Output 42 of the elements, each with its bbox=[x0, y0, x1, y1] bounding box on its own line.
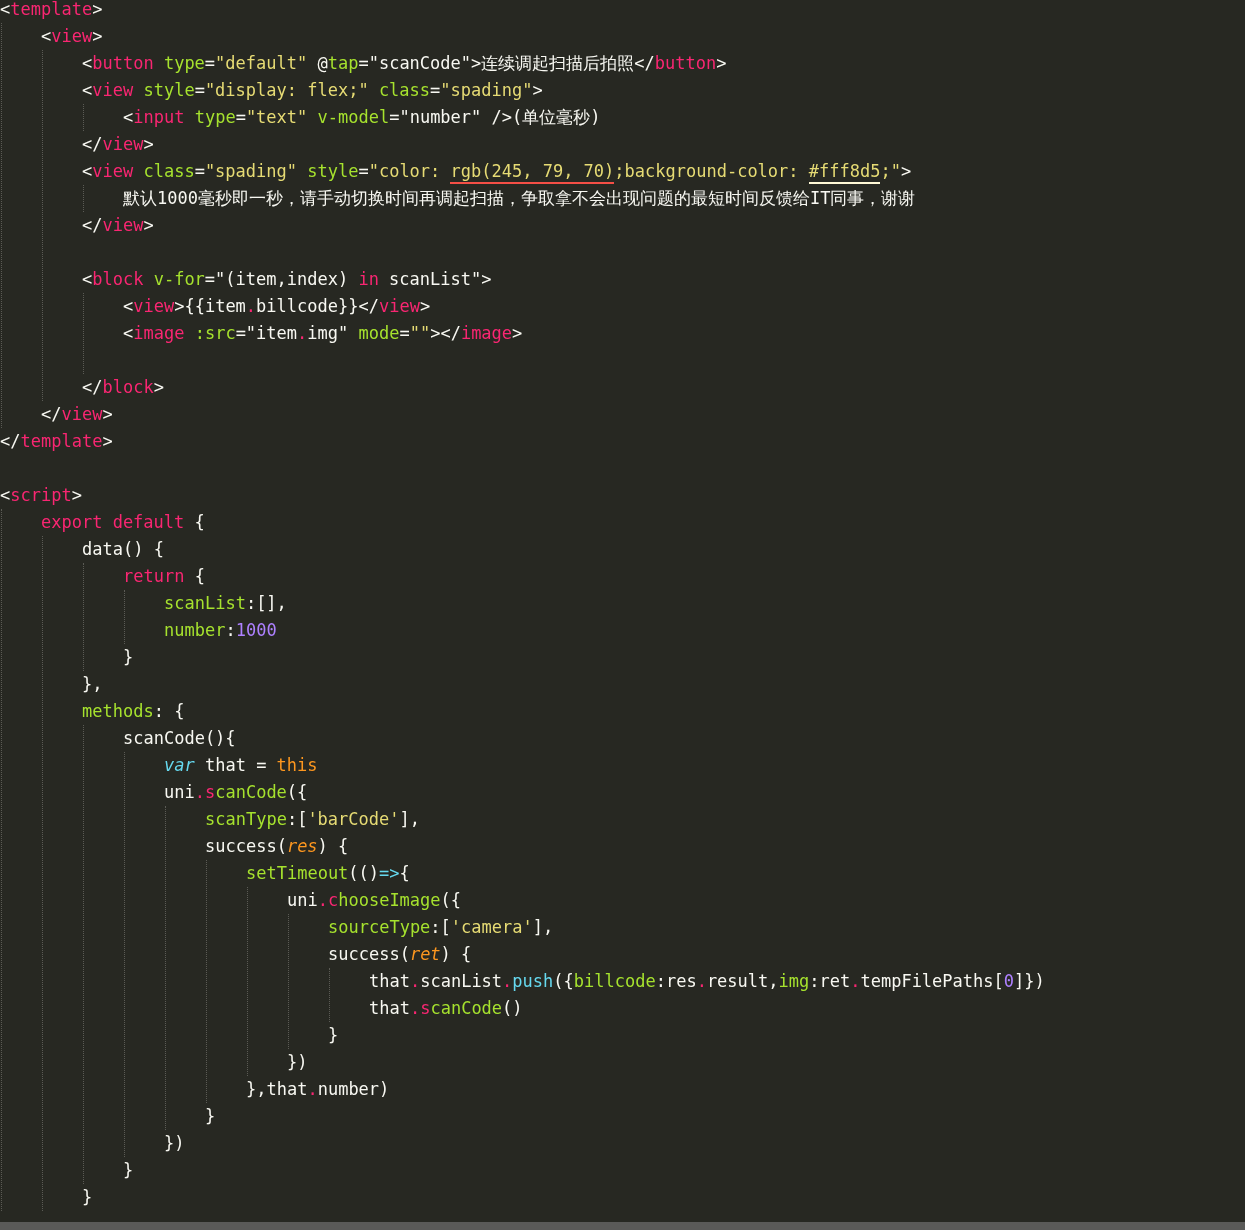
code-line: </block> bbox=[82, 376, 164, 399]
code-line: <template> bbox=[0, 0, 103, 21]
code-line: sourceType:['camera'], bbox=[328, 916, 554, 939]
code-line: uni.chooseImage({ bbox=[287, 889, 462, 912]
code-line: }) bbox=[164, 1132, 185, 1155]
code-line: scanType:['barCode'], bbox=[205, 808, 420, 831]
code-line: success(res) { bbox=[205, 835, 349, 858]
code-line: <image :src="item.img" mode=""></image> bbox=[123, 322, 523, 345]
code-line: <input type="text" v-model="number" />(单位毫秒) bbox=[123, 106, 601, 129]
code-line: methods: { bbox=[82, 700, 185, 723]
code-line: scanList:[], bbox=[164, 592, 287, 615]
code-line: }, bbox=[82, 673, 103, 696]
code-line: <view style="display: flex;" class="spading"> bbox=[82, 79, 543, 102]
code-line: } bbox=[205, 1105, 216, 1128]
code-line: uni.scanCode({ bbox=[164, 781, 308, 804]
code-line: return { bbox=[123, 565, 205, 588]
code-line: <button type="default" @tap="scanCode">连续调起扫描后拍照</button> bbox=[82, 52, 727, 75]
code-line: data() { bbox=[82, 538, 164, 561]
code-line: that.scanList.push({billcode:res.result,img:ret.tempFilePaths[0]}) bbox=[369, 970, 1045, 993]
code-line: <view class="spading" style="color: rgb(245, 79, 70);background-color: #fff8d5;"> bbox=[82, 160, 912, 183]
code-line: scanCode(){ bbox=[123, 727, 236, 750]
code-line: success(ret) { bbox=[328, 943, 472, 966]
code-line: that.scanCode() bbox=[369, 997, 523, 1020]
code-line: </view> bbox=[82, 133, 154, 156]
code-line: </view> bbox=[41, 403, 113, 426]
code-line: <script> bbox=[0, 484, 82, 507]
code-line: <block v-for="(item,index) in scanList"> bbox=[82, 268, 492, 291]
code-line: 默认1000毫秒即一秒，请手动切换时间再调起扫描，争取拿不会出现问题的最短时间反馈给IT同事，谢谢 bbox=[123, 187, 916, 210]
code-line: </view> bbox=[82, 214, 154, 237]
code-line: } bbox=[82, 1186, 93, 1209]
code-line: } bbox=[328, 1024, 339, 1047]
code-line: } bbox=[123, 646, 134, 669]
code-line: setTimeout(()=>{ bbox=[246, 862, 410, 885]
code-line: } bbox=[123, 1159, 134, 1182]
code-line: }) bbox=[287, 1051, 308, 1074]
code-line: <view>{{item.billcode}}</view> bbox=[123, 295, 431, 318]
code-line: },that.number) bbox=[246, 1078, 390, 1101]
code-line: <view> bbox=[41, 25, 103, 48]
code-line: number:1000 bbox=[164, 619, 277, 642]
code-line: </template> bbox=[0, 430, 113, 453]
code-line: var that = this bbox=[164, 754, 318, 777]
code-line: export default { bbox=[41, 511, 205, 534]
